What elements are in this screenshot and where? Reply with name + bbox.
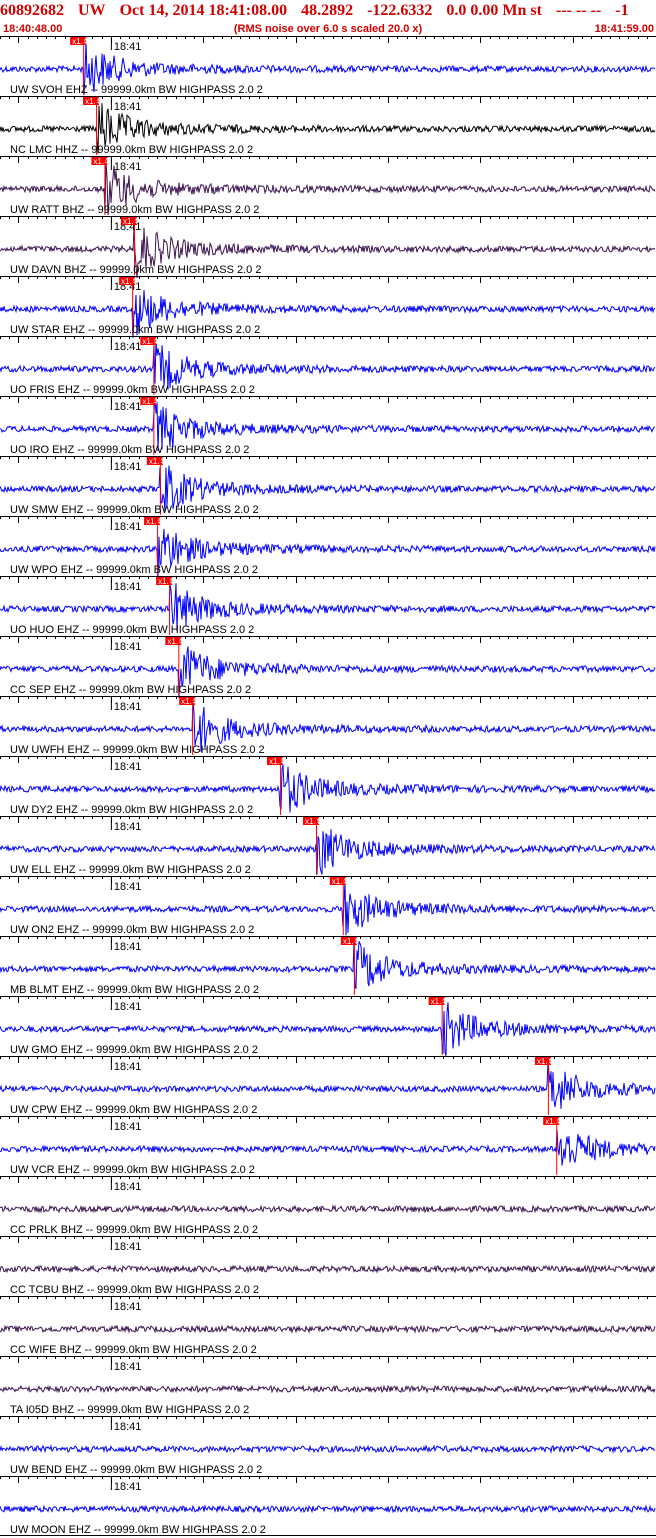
minute-label: 18:41: [114, 701, 142, 713]
pick-label: x1.4: [121, 277, 137, 286]
minute-label: 18:41: [114, 941, 142, 953]
station-label: UW RATT BHZ -- 99999.0km BW HIGHPASS 2.0…: [10, 204, 259, 216]
station-label: UW SMW EHZ -- 99999.0km BW HIGHPASS 2.0 …: [10, 504, 259, 516]
event-datetime: Oct 14, 2014 18:41:08.00: [119, 2, 288, 19]
pick-label: x1.4: [545, 1117, 561, 1126]
minute-label: 18:41: [114, 1481, 142, 1493]
station-label: UW SVOH EHZ -- 99999.0km BW HIGHPASS 2.0…: [10, 84, 263, 96]
pick-label: x1.4: [142, 397, 158, 406]
end-time: 18:41:59.00: [594, 23, 654, 35]
station-label: CC TCBU BHZ -- 99999.0km BW HIGHPASS 2.0…: [10, 1284, 259, 1296]
station-label: NC LMC HHZ -- 99999.0km BW HIGHPASS 2.0 …: [10, 144, 253, 156]
pick-label: x1.4: [158, 577, 174, 586]
minute-label: 18:41: [114, 641, 142, 653]
station-label: UW BEND EHZ -- 99999.0km BW HIGHPASS 2.0…: [10, 1464, 262, 1476]
minute-label: 18:41: [114, 881, 142, 893]
minute-label: 18:41: [114, 821, 142, 833]
station-label: CC SEP EHZ -- 99999.0km BW HIGHPASS 2.0 …: [10, 684, 251, 696]
pick-label: x1.4: [149, 457, 165, 466]
station-label: UW WPO EHZ -- 99999.0km BW HIGHPASS 2.0 …: [10, 564, 258, 576]
station-label: UW DY2 EHZ -- 99999.0km BW HIGHPASS 2.0 …: [10, 804, 253, 816]
minute-label: 18:41: [114, 401, 142, 413]
time-range-row: (RMS noise over 6.0 s scaled 20.0 x) 18:…: [0, 22, 656, 36]
station-label: UW GMO EHZ -- 99999.0km BW HIGHPASS 2.0 …: [10, 1044, 258, 1056]
seismogram-plot: 18:41x1.4UW SVOH EHZ -- 99999.0km BW HIG…: [0, 36, 656, 1536]
minute-label: 18:41: [114, 761, 142, 773]
event-latitude: 48.2892: [301, 2, 354, 19]
waveform-trace: [0, 939, 656, 990]
waveform-trace: [0, 1504, 656, 1514]
pick-label: x1.4: [142, 337, 158, 346]
event-id: 60892682: [0, 2, 64, 19]
waveform-trace: [0, 1384, 656, 1394]
pick-label: x1.4: [332, 877, 348, 886]
minute-label: 18:41: [114, 101, 142, 113]
waveform-trace: [0, 339, 656, 390]
minute-label: 18:41: [114, 581, 142, 593]
station-label: TA I05D BHZ -- 99999.0km BW HIGHPASS 2.0…: [10, 1404, 249, 1416]
station-label: UW ELL EHZ -- 99999.0km BW HIGHPASS 2.0 …: [10, 864, 251, 876]
minute-label: 18:41: [114, 1241, 142, 1253]
station-label: UW MOON EHZ -- 99999.0km BW HIGHPASS 2.0…: [10, 1524, 266, 1536]
pick-label: x1.4: [343, 937, 359, 946]
minute-label: 18:41: [114, 41, 142, 53]
waveform-trace: [0, 1444, 656, 1454]
event-network: UW: [78, 2, 106, 19]
minute-label: 18:41: [114, 1121, 142, 1133]
event-title: 60892682 UW Oct 14, 2014 18:41:08.00 48.289…: [0, 0, 643, 22]
minute-label: 18:41: [114, 1301, 142, 1313]
rms-note: (RMS noise over 6.0 s scaled 20.0 x): [233, 23, 423, 35]
minute-label: 18:41: [114, 161, 142, 173]
minute-label: 18:41: [114, 521, 142, 533]
station-label: UW DAVN BHZ -- 99999.0km BW HIGHPASS 2.0…: [10, 264, 261, 276]
pick-label: x1.4: [305, 817, 321, 826]
station-label: UW UWFH EHZ -- 99999.0km BW HIGHPASS 2.0…: [10, 744, 265, 756]
pick-label: x1.4: [269, 757, 285, 766]
station-label: UO FRIS EHZ -- 99999.0km BW HIGHPASS 2.0…: [10, 384, 255, 396]
minute-label: 18:41: [114, 1001, 142, 1013]
pick-label: x1.4: [146, 517, 162, 526]
waveform-trace: [0, 1324, 656, 1334]
event-depth-mag: 0.0 0.00 Mn st: [446, 2, 542, 19]
minute-label: 18:41: [114, 1361, 142, 1373]
minute-label: 18:41: [114, 1181, 142, 1193]
minute-label: 18:41: [114, 1421, 142, 1433]
station-label: MB BLMT EHZ -- 99999.0km BW HIGHPASS 2.0…: [10, 984, 259, 996]
start-time: 18:40:48.00: [3, 23, 63, 35]
station-label: UW STAR EHZ -- 99999.0km BW HIGHPASS 2.0…: [10, 324, 260, 336]
pick-label: x1.4: [93, 157, 109, 166]
minute-label: 18:41: [114, 461, 142, 473]
station-label: UW CPW EHZ -- 99999.0km BW HIGHPASS 2.0 …: [10, 1104, 257, 1116]
pick-label: x1.4: [72, 37, 88, 46]
station-label: UW ON2 EHZ -- 99999.0km BW HIGHPASS 2.0 …: [10, 924, 254, 936]
event-longitude: -122.6332: [367, 2, 433, 19]
minute-label: 18:41: [114, 341, 142, 353]
pick-label: x1.4: [167, 637, 183, 646]
pick-label: x1.4: [537, 1057, 553, 1066]
station-label: UO IRO EHZ -- 99999.0km BW HIGHPASS 2.0 …: [10, 444, 249, 456]
pick-label: x1.4: [431, 997, 447, 1006]
station-label: UO HUO EHZ -- 99999.0km BW HIGHPASS 2.0 …: [10, 624, 254, 636]
pick-label: x1.4: [85, 97, 101, 106]
waveform-trace: [0, 1059, 656, 1109]
station-label: CC PRLK BHZ -- 99999.0km BW HIGHPASS 2.0…: [10, 1224, 258, 1236]
event-trailer: --- -- --: [555, 2, 602, 19]
waveform-trace: [0, 1204, 656, 1214]
pick-label: x1.4: [181, 697, 197, 706]
station-label: CC WIFE BHZ -- 99999.0km BW HIGHPASS 2.0…: [10, 1344, 257, 1356]
station-label: UW VCR EHZ -- 99999.0km BW HIGHPASS 2.0 …: [10, 1164, 255, 1176]
event-count: -1: [615, 2, 629, 19]
pick-label: x1.4: [123, 217, 139, 226]
minute-label: 18:41: [114, 1061, 142, 1073]
waveform-trace: [0, 1264, 656, 1274]
